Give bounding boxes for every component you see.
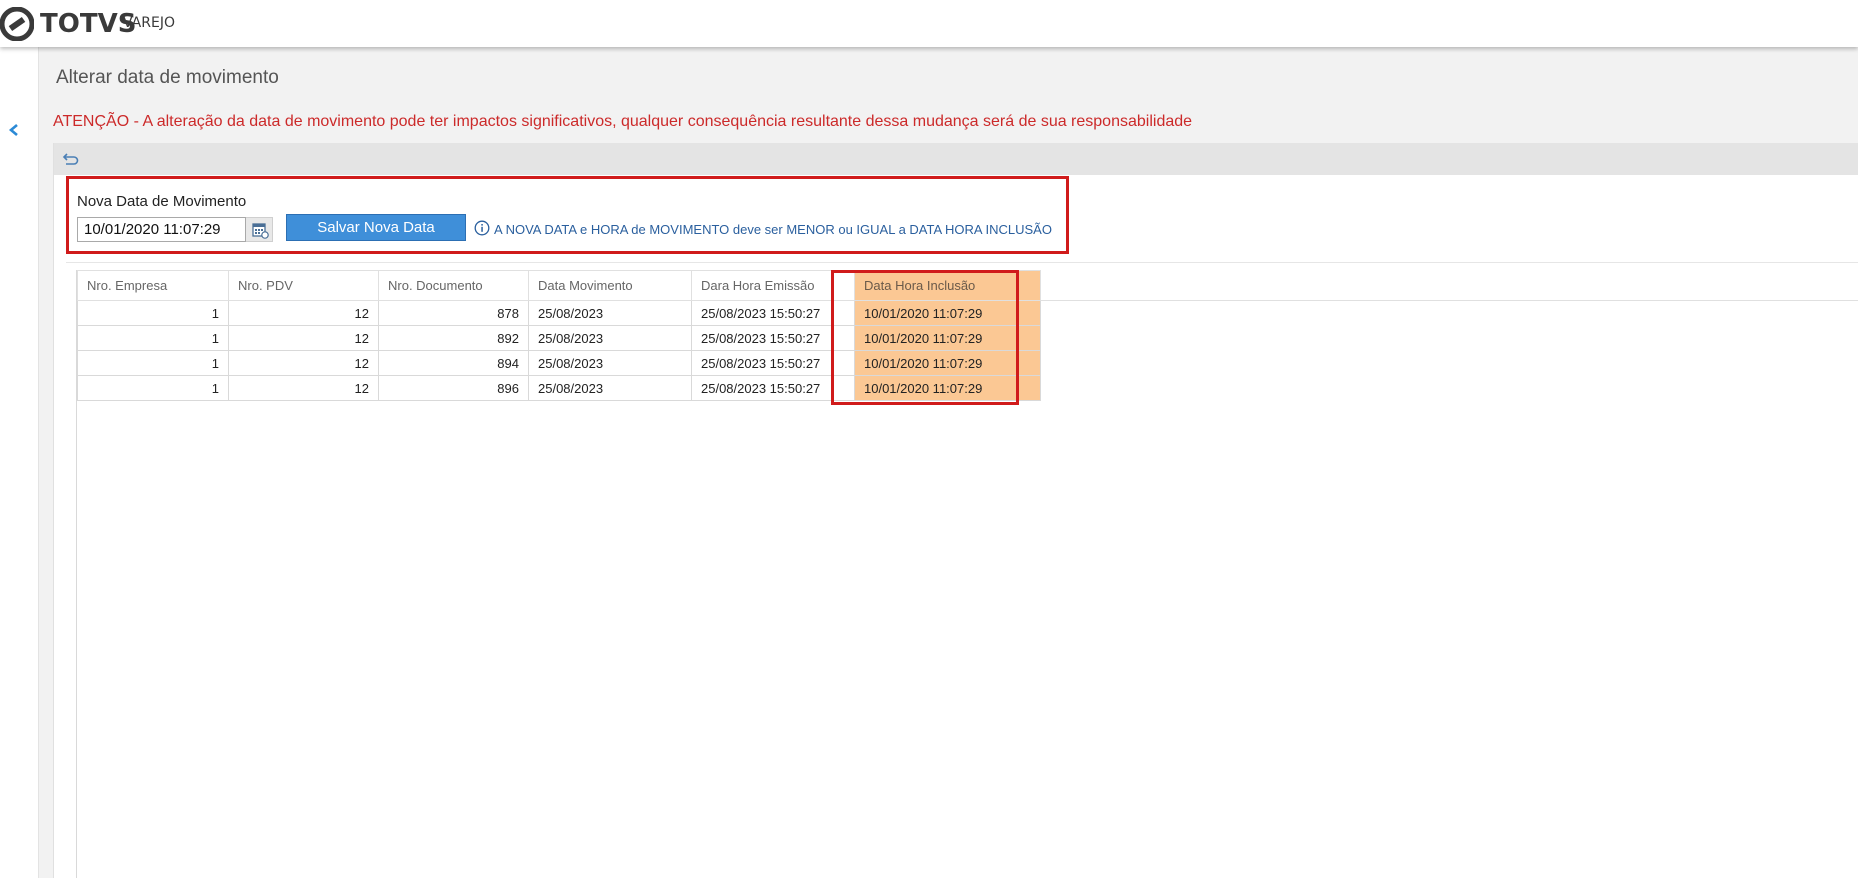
top-bar: TOTVS VAREJO [0,0,1858,47]
product-name: VAREJO [123,15,175,31]
sidebar [0,47,39,878]
main-content: Alterar data de movimento ATENÇÃO - A al… [39,47,1858,878]
table-header-row: Nro. Empresa Nro. PDV Nro. Documento Dat… [77,270,1041,301]
cell-inclusion-datetime: 10/01/2020 11:07:29 [854,325,1041,351]
cell-pdv: 12 [228,375,379,401]
panel-toolbar [54,143,1858,175]
cell-inclusion-datetime: 10/01/2020 11:07:29 [854,350,1041,376]
cell-inclusion-datetime: 10/01/2020 11:07:29 [854,375,1041,401]
column-header-company[interactable]: Nro. Empresa [77,270,229,301]
cell-document: 896 [378,375,529,401]
cell-company: 1 [77,300,229,326]
content-panel: Nova Data de Movimento Salvar Nova Data [53,143,1858,878]
cell-document: 892 [378,325,529,351]
movement-table: Nro. Empresa Nro. PDV Nro. Documento Dat… [77,270,1041,401]
info-message: A NOVA DATA e HORA de MOVIMENTO deve ser… [494,222,1052,237]
table-row[interactable]: 1 12 894 25/08/2023 25/08/2023 15:50:27 … [77,350,1041,376]
brand-name: TOTVS [40,9,137,39]
column-header-movement-date[interactable]: Data Movimento [528,270,692,301]
table-row[interactable]: 1 12 878 25/08/2023 25/08/2023 15:50:27 … [77,300,1041,326]
new-date-form: Nova Data de Movimento Salvar Nova Data [66,176,1069,254]
table-row[interactable]: 1 12 892 25/08/2023 25/08/2023 15:50:27 … [77,325,1041,351]
cell-company: 1 [77,325,229,351]
info-icon [474,220,490,236]
cell-emission-datetime: 25/08/2023 15:50:27 [691,375,855,401]
totvs-logo-icon [0,7,34,41]
new-date-label: Nova Data de Movimento [77,193,247,210]
divider [66,262,1858,263]
cell-document: 878 [378,300,529,326]
page-title: Alterar data de movimento [56,67,279,88]
cell-inclusion-datetime: 10/01/2020 11:07:29 [854,300,1041,326]
cell-pdv: 12 [228,300,379,326]
cell-emission-datetime: 25/08/2023 15:50:27 [691,300,855,326]
column-header-document[interactable]: Nro. Documento [378,270,529,301]
cell-document: 894 [378,350,529,376]
undo-icon[interactable] [62,150,80,168]
column-header-pdv[interactable]: Nro. PDV [228,270,379,301]
cell-emission-datetime: 25/08/2023 15:50:27 [691,325,855,351]
movement-table-container: Nro. Empresa Nro. PDV Nro. Documento Dat… [76,270,1858,878]
cell-movement-date: 25/08/2023 [528,300,692,326]
cell-movement-date: 25/08/2023 [528,375,692,401]
warning-message: ATENÇÃO - A alteração da data de movimen… [53,113,1193,130]
header-divider [77,300,1858,301]
column-header-emission-datetime[interactable]: Dara Hora Emissão [691,270,855,301]
cell-emission-datetime: 25/08/2023 15:50:27 [691,350,855,376]
new-date-input[interactable] [77,217,246,242]
cell-pdv: 12 [228,325,379,351]
calendar-icon [252,223,269,239]
cell-company: 1 [77,350,229,376]
calendar-button[interactable] [246,217,273,242]
cell-company: 1 [77,375,229,401]
column-header-inclusion-datetime[interactable]: Data Hora Inclusão [854,270,1041,301]
cell-pdv: 12 [228,350,379,376]
cell-movement-date: 25/08/2023 [528,350,692,376]
chevron-left-icon[interactable] [6,122,22,138]
cell-movement-date: 25/08/2023 [528,325,692,351]
save-new-date-button[interactable]: Salvar Nova Data [286,214,466,241]
table-row[interactable]: 1 12 896 25/08/2023 25/08/2023 15:50:27 … [77,375,1041,401]
